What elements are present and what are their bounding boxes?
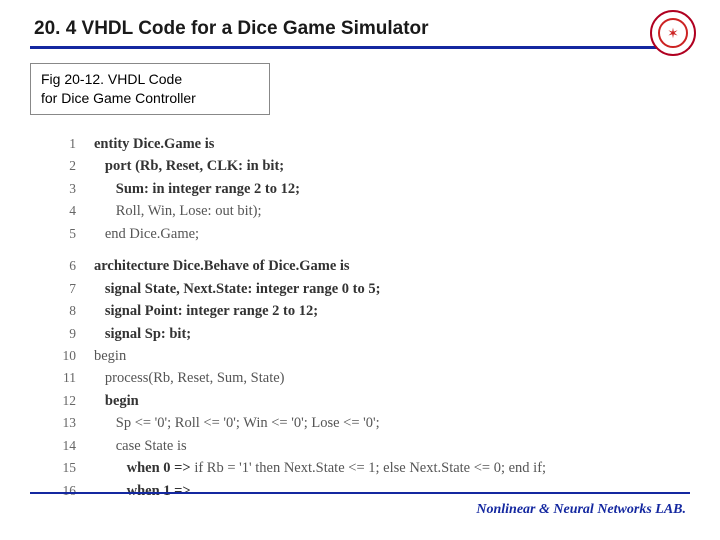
code-text: begin [94,390,139,412]
code-line: 13 Sp <= '0'; Roll <= '0'; Win <= '0'; L… [60,412,690,434]
line-number: 9 [60,324,94,345]
line-number: 15 [60,458,94,479]
line-number: 7 [60,279,94,300]
code-text: Roll, Win, Lose: out bit); [94,200,262,222]
code-listing: 1entity Dice.Game is2 port (Rb, Reset, C… [30,133,690,503]
line-number: 4 [60,201,94,222]
figure-caption-line2: for Dice Game Controller [41,89,259,108]
code-line: 14 case State is [60,435,690,457]
line-number: 11 [60,368,94,389]
code-text: signal Point: integer range 2 to 12; [94,300,318,322]
code-line: 3 Sum: in integer range 2 to 12; [60,178,690,200]
code-line: 11 process(Rb, Reset, Sum, State) [60,367,690,389]
university-logo: ✶ [650,10,696,56]
code-line: 4 Roll, Win, Lose: out bit); [60,200,690,222]
code-line: 15 when 0 => if Rb = '1' then Next.State… [60,457,690,479]
logo-ring: ✶ [650,10,696,56]
line-number: 3 [60,179,94,200]
code-line: 5 end Dice.Game; [60,223,690,245]
code-text: port (Rb, Reset, CLK: in bit; [94,155,284,177]
code-text: entity Dice.Game is [94,133,214,155]
footer-divider [30,492,690,494]
header: 20. 4 VHDL Code for a Dice Game Simulato… [30,18,690,44]
code-text: process(Rb, Reset, Sum, State) [94,367,285,389]
emblem-icon: ✶ [667,25,679,42]
line-number: 8 [60,301,94,322]
logo-inner: ✶ [658,18,688,48]
figure-caption-line1: Fig 20-12. VHDL Code [41,70,259,89]
code-line: 9 signal Sp: bit; [60,323,690,345]
code-line: 2 port (Rb, Reset, CLK: in bit; [60,155,690,177]
code-text: Sum: in integer range 2 to 12; [94,178,300,200]
code-text: architecture Dice.Behave of Dice.Game is [94,255,350,277]
code-text: signal Sp: bit; [94,323,191,345]
code-line: 7 signal State, Next.State: integer rang… [60,278,690,300]
code-text: Sp <= '0'; Roll <= '0'; Win <= '0'; Lose… [94,412,380,434]
line-number: 6 [60,256,94,277]
code-text: begin [94,345,126,367]
code-line: 6architecture Dice.Behave of Dice.Game i… [60,255,690,277]
code-line: 10begin [60,345,690,367]
line-number: 13 [60,413,94,434]
line-number: 2 [60,156,94,177]
line-number: 5 [60,224,94,245]
code-text: signal State, Next.State: integer range … [94,278,380,300]
line-number: 14 [60,436,94,457]
page-title: 20. 4 VHDL Code for a Dice Game Simulato… [30,18,429,40]
line-number: 12 [60,391,94,412]
line-number: 10 [60,346,94,367]
code-text: end Dice.Game; [94,223,199,245]
code-text: case State is [94,435,187,457]
footer-lab-name: Nonlinear & Neural Networks LAB. [476,502,686,518]
title-underline [30,46,690,49]
slide: 20. 4 VHDL Code for a Dice Game Simulato… [0,0,720,540]
code-line: 8 signal Point: integer range 2 to 12; [60,300,690,322]
code-line: 12 begin [60,390,690,412]
figure-caption-box: Fig 20-12. VHDL Code for Dice Game Contr… [30,63,270,115]
code-line: 1entity Dice.Game is [60,133,690,155]
line-number: 1 [60,134,94,155]
code-text: when 0 => if Rb = '1' then Next.State <=… [94,457,546,479]
